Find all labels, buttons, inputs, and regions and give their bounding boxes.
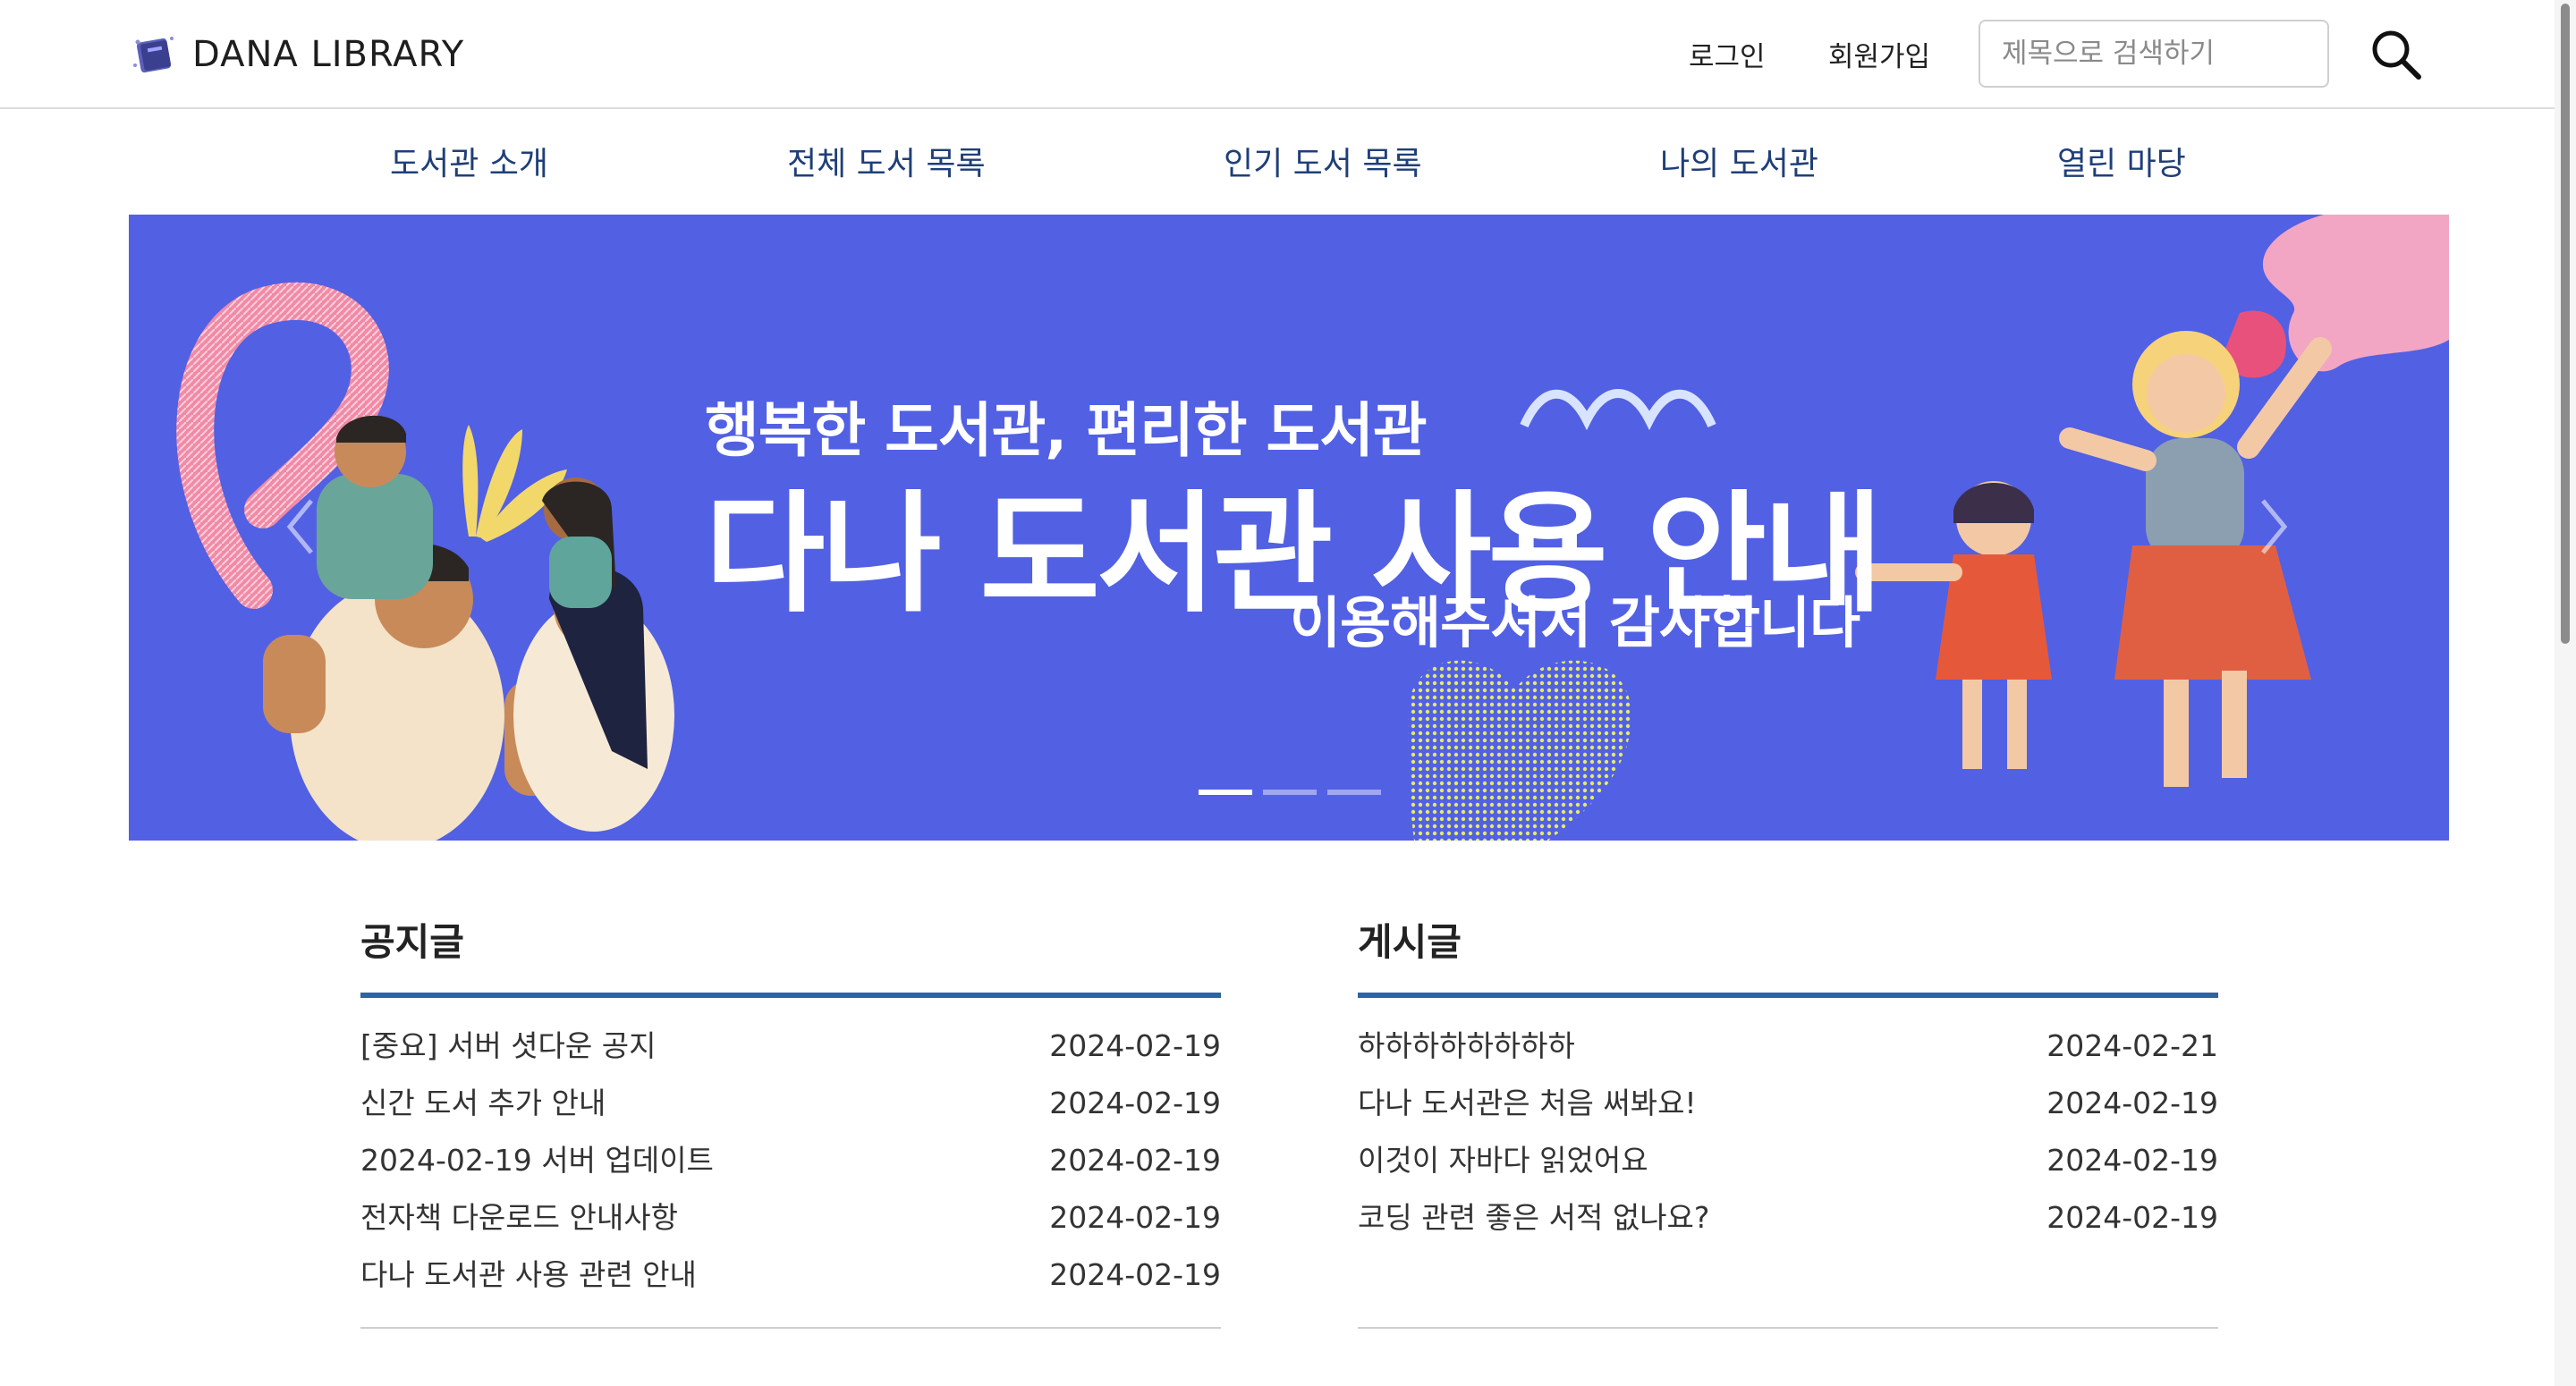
posts-board-title[interactable]: 게시글 bbox=[1358, 903, 2218, 982]
notice-date: 2024-02-19 bbox=[1049, 1028, 1221, 1063]
book-logo-icon bbox=[133, 37, 174, 73]
logo-text: DANA LIBRARY bbox=[192, 34, 465, 75]
search-box bbox=[1979, 20, 2329, 88]
post-date: 2024-02-19 bbox=[2046, 1143, 2218, 1178]
carousel-dot-1[interactable] bbox=[1199, 790, 1252, 795]
notice-title: 신간 도서 추가 안내 bbox=[360, 1086, 606, 1120]
site-logo[interactable]: DANA LIBRARY bbox=[130, 27, 464, 82]
notice-date: 2024-02-19 bbox=[1049, 1257, 1221, 1292]
list-item[interactable]: 2024-02-19 서버 업데이트 2024-02-19 bbox=[360, 1132, 1221, 1189]
nav-item-open-forum[interactable]: 열린 마당 bbox=[2057, 138, 2186, 184]
post-title: 이것이 자바다 읽었어요 bbox=[1358, 1143, 1648, 1178]
signup-link[interactable]: 회원가입 bbox=[1828, 34, 1930, 74]
notice-title: 2024-02-19 서버 업데이트 bbox=[360, 1143, 714, 1178]
list-item[interactable]: 신간 도서 추가 안내 2024-02-19 bbox=[360, 1075, 1221, 1132]
notice-board-title[interactable]: 공지글 bbox=[360, 903, 1221, 982]
carousel-dot-2[interactable] bbox=[1263, 790, 1317, 795]
post-title: 다나 도서관은 처음 써봐요! bbox=[1358, 1086, 1697, 1120]
carousel-indicators bbox=[1199, 790, 1381, 795]
list-item[interactable]: 하하하하하하하하 2024-02-21 bbox=[1358, 1018, 2218, 1075]
notice-date: 2024-02-19 bbox=[1049, 1143, 1221, 1178]
notice-date: 2024-02-19 bbox=[1049, 1200, 1221, 1235]
login-link[interactable]: 로그인 bbox=[1689, 34, 1766, 74]
notice-title: 다나 도서관 사용 관련 안내 bbox=[360, 1257, 697, 1292]
notice-date: 2024-02-19 bbox=[1049, 1086, 1221, 1120]
notice-board: 공지글 [중요] 서버 셧다운 공지 2024-02-19 신간 도서 추가 안… bbox=[360, 903, 1221, 1329]
notice-title: 전자책 다운로드 안내사항 bbox=[360, 1200, 678, 1235]
notice-title: [중요] 서버 셧다운 공지 bbox=[360, 1028, 657, 1063]
post-title: 하하하하하하하하 bbox=[1358, 1028, 1575, 1063]
page-scrollbar[interactable] bbox=[2555, 0, 2576, 1386]
list-item[interactable]: 다나 도서관 사용 관련 안내 2024-02-19 bbox=[360, 1247, 1221, 1304]
chevron-left-icon[interactable] bbox=[283, 495, 318, 558]
search-input[interactable] bbox=[1980, 21, 2327, 86]
post-date: 2024-02-19 bbox=[2046, 1086, 2218, 1120]
list-item[interactable]: 다나 도서관은 처음 써봐요! 2024-02-19 bbox=[1358, 1075, 2218, 1132]
search-icon[interactable] bbox=[2368, 27, 2424, 82]
banner-tagline: 이용해주셔서 감사합니다 bbox=[1290, 590, 1860, 655]
nav-item-popular-books[interactable]: 인기 도서 목록 bbox=[1224, 138, 1422, 184]
chevron-right-icon[interactable] bbox=[2256, 495, 2292, 558]
notice-list: [중요] 서버 셧다운 공지 2024-02-19 신간 도서 추가 안내 20… bbox=[360, 998, 1221, 1329]
scrollbar-thumb[interactable] bbox=[2561, 4, 2570, 644]
nav-item-my-library[interactable]: 나의 도서관 bbox=[1660, 138, 1818, 184]
post-title: 코딩 관련 좋은 서적 없나요? bbox=[1358, 1200, 1710, 1235]
list-item[interactable]: 전자책 다운로드 안내사항 2024-02-19 bbox=[360, 1189, 1221, 1247]
list-item[interactable]: 이것이 자바다 읽었어요 2024-02-19 bbox=[1358, 1132, 2218, 1189]
list-item[interactable]: [중요] 서버 셧다운 공지 2024-02-19 bbox=[360, 1018, 1221, 1075]
post-date: 2024-02-19 bbox=[2046, 1200, 2218, 1235]
posts-list: 하하하하하하하하 2024-02-21 다나 도서관은 처음 써봐요! 2024… bbox=[1358, 998, 2218, 1329]
post-date: 2024-02-21 bbox=[2046, 1028, 2218, 1063]
site-header: DANA LIBRARY 로그인 회원가입 bbox=[0, 0, 2576, 109]
hero-banner: 행복한 도서관, 편리한 도서관 다나 도서관 사용 안내 이용해주셔서 감사합… bbox=[129, 215, 2449, 841]
carousel-dot-3[interactable] bbox=[1327, 790, 1381, 795]
nav-item-library-intro[interactable]: 도서관 소개 bbox=[390, 138, 548, 184]
list-item[interactable]: 코딩 관련 좋은 서적 없나요? 2024-02-19 bbox=[1358, 1189, 2218, 1247]
nav-item-all-books[interactable]: 전체 도서 목록 bbox=[787, 138, 986, 184]
posts-board: 게시글 하하하하하하하하 2024-02-21 다나 도서관은 처음 써봐요! … bbox=[1358, 903, 2218, 1329]
